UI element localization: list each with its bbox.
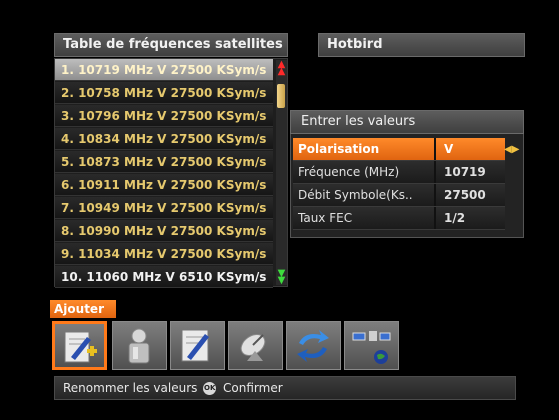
frequency-item-3[interactable]: 3. 10796 MHz V 27500 KSym/s bbox=[55, 105, 273, 127]
polarisation-label: Polarisation bbox=[298, 142, 380, 156]
frequency-item-8[interactable]: 8. 10990 MHz V 27500 KSym/s bbox=[55, 220, 273, 242]
left-right-arrows-icon[interactable]: ◀▶ bbox=[504, 143, 524, 157]
row-divider bbox=[434, 207, 436, 229]
ok-button-icon: OK bbox=[203, 382, 217, 395]
frequency-value[interactable]: 10719 bbox=[444, 161, 486, 183]
polarisation-value[interactable]: V bbox=[444, 138, 453, 160]
footer-confirm-text: Confirmer bbox=[223, 381, 283, 395]
frequency-item-7[interactable]: 7. 10949 MHz V 27500 KSym/s bbox=[55, 197, 273, 219]
frequency-row[interactable]: Fréquence (MHz) 10719 bbox=[293, 161, 505, 184]
values-dialog-title: Entrer les valeurs bbox=[290, 110, 524, 134]
scan-button[interactable] bbox=[228, 321, 283, 370]
symbol-rate-row[interactable]: Débit Symbole(Ks.. 27500 bbox=[293, 184, 505, 207]
active-tool-label: Ajouter bbox=[50, 300, 116, 318]
symbol-rate-value[interactable]: 27500 bbox=[444, 184, 486, 206]
fec-rate-row[interactable]: Taux FEC 1/2 bbox=[293, 207, 505, 230]
frequency-list[interactable]: 1. 10719 MHz V 27500 KSym/s 2. 10758 MHz… bbox=[54, 58, 288, 288]
update-button[interactable] bbox=[286, 321, 341, 370]
footer-hint-text: Renommer les valeurs bbox=[63, 381, 198, 395]
edit-icon bbox=[181, 329, 209, 362]
row-divider bbox=[434, 138, 436, 160]
frequency-item-10[interactable]: 10. 11060 MHz V 6510 KSym/s bbox=[55, 266, 273, 288]
refresh-arrows-icon bbox=[297, 330, 329, 362]
row-divider bbox=[434, 184, 436, 206]
scrollbar-thumb[interactable] bbox=[277, 84, 285, 108]
satellite-globe-icon bbox=[352, 331, 391, 364]
frequency-item-6[interactable]: 6. 10911 MHz V 27500 KSym/s bbox=[55, 174, 273, 196]
add-button[interactable] bbox=[52, 321, 107, 370]
frequency-item-5[interactable]: 5. 10873 MHz V 27500 KSym/s bbox=[55, 151, 273, 173]
edit-button[interactable] bbox=[170, 321, 225, 370]
frequency-item-2[interactable]: 2. 10758 MHz V 27500 KSym/s bbox=[55, 82, 273, 104]
delete-button[interactable] bbox=[112, 321, 167, 370]
fec-rate-value[interactable]: 1/2 bbox=[444, 207, 465, 229]
fuel-tank-icon bbox=[128, 328, 150, 364]
frequency-table-title: Table de fréquences satellites bbox=[54, 33, 288, 57]
add-icon bbox=[64, 331, 97, 363]
frequency-item-4[interactable]: 4. 10834 MHz V 27500 KSym/s bbox=[55, 128, 273, 150]
satellite-button[interactable] bbox=[344, 321, 399, 370]
frequency-item-1[interactable]: 1. 10719 MHz V 27500 KSym/s bbox=[55, 59, 273, 81]
scroll-up-arrow-icon[interactable]: ▲ ▲ bbox=[276, 60, 287, 77]
scroll-down-arrow-icon[interactable]: ▼ ▼ bbox=[276, 269, 287, 286]
satellite-dish-icon bbox=[240, 334, 266, 361]
symbol-rate-label: Débit Symbole(Ks.. bbox=[298, 188, 413, 202]
frequency-item-9[interactable]: 9. 11034 MHz V 27500 KSym/s bbox=[55, 243, 273, 265]
polarisation-row[interactable]: Polarisation V bbox=[293, 138, 505, 161]
footer-hint-bar: Renommer les valeurs OK Confirmer bbox=[54, 376, 516, 400]
fec-rate-label: Taux FEC bbox=[298, 211, 353, 225]
frequency-label: Fréquence (MHz) bbox=[298, 165, 400, 179]
row-divider bbox=[434, 161, 436, 183]
satellite-name-label: Hotbird bbox=[318, 33, 525, 57]
